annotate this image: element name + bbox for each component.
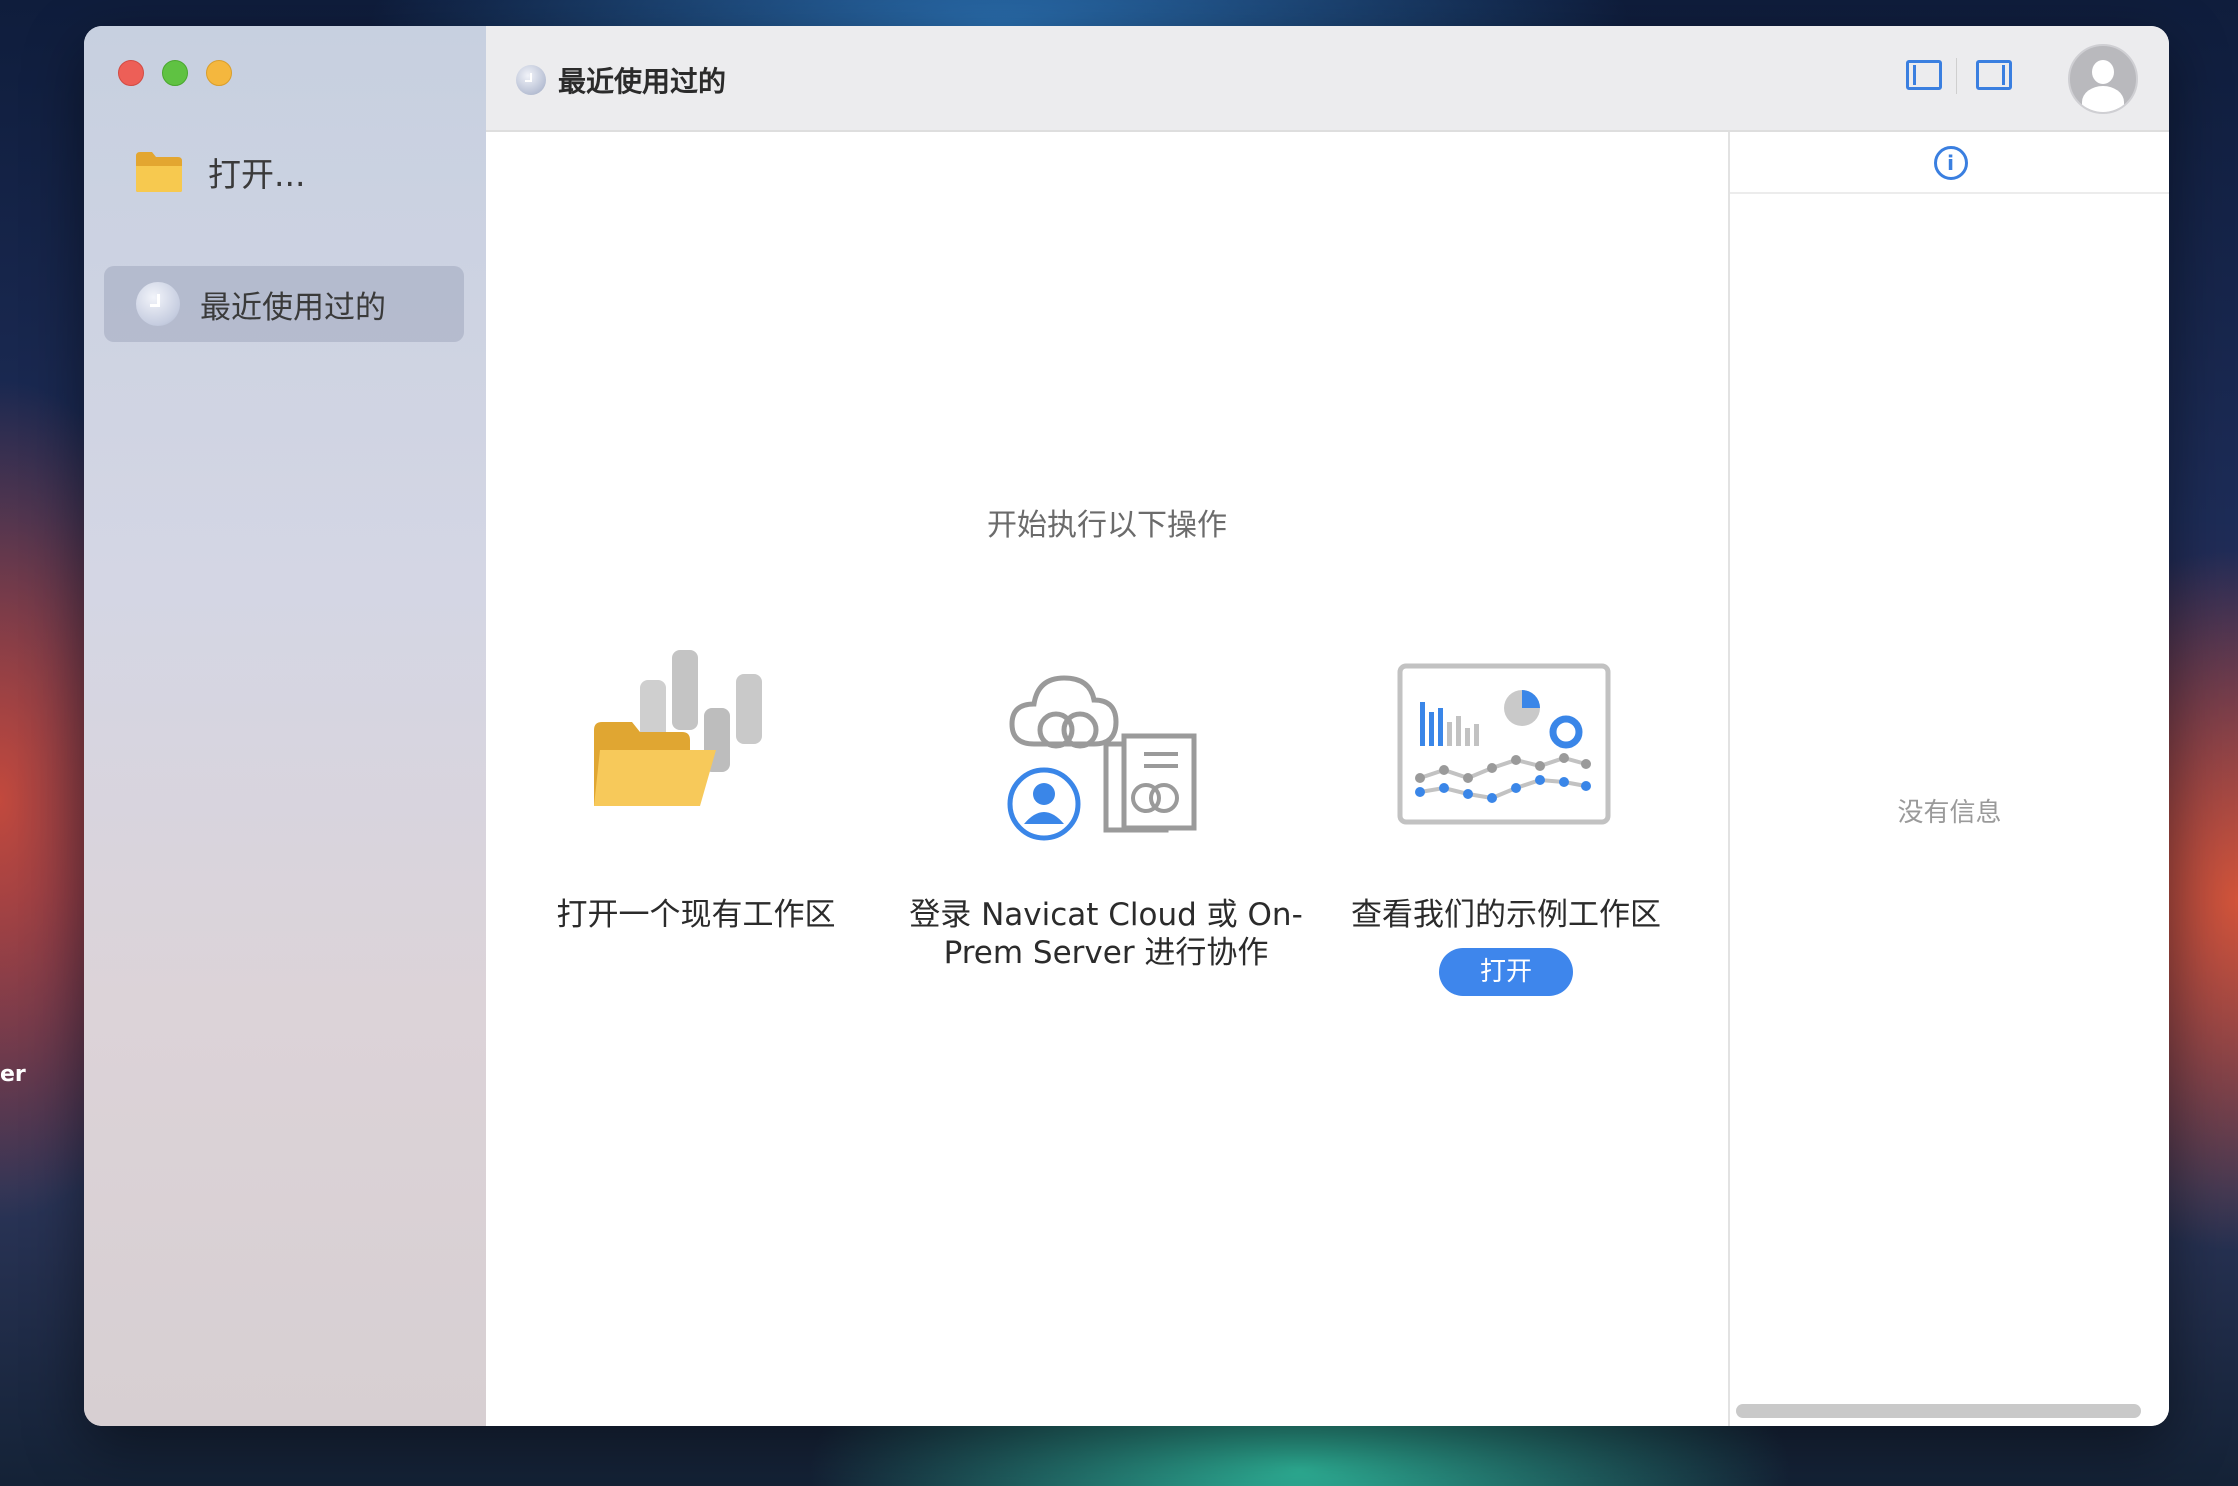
sidebar: 打开... 最近使用过的 — [84, 26, 486, 1426]
horizontal-scrollbar[interactable] — [1736, 1404, 2141, 1418]
sample-dashboard-illustration — [1296, 638, 1716, 848]
sidebar-item-open-label: 打开... — [208, 155, 306, 194]
sidebar-item-recent[interactable]: 最近使用过的 — [104, 266, 464, 342]
main-content: 开始执行以下操作 打开一个现有工作区 登录 Navicat Cloud 或 On… — [486, 132, 1728, 1426]
page-title: 最近使用过的 — [558, 65, 727, 98]
toolbar-title: 最近使用过的 — [516, 60, 726, 100]
card-login-cloud[interactable]: 登录 Navicat Cloud 或 On-Prem Server 进行协作 — [896, 638, 1316, 972]
sidebar-item-recent-label: 最近使用过的 — [200, 289, 386, 326]
clock-icon — [136, 282, 180, 326]
info-tab-row: i — [1730, 132, 2169, 194]
close-button[interactable] — [118, 60, 144, 86]
desktop-edge-label: er — [0, 1062, 26, 1087]
card-caption: 查看我们的示例工作区 — [1351, 897, 1661, 933]
minimize-button[interactable] — [206, 60, 232, 86]
open-sample-button[interactable]: 打开 — [1439, 948, 1573, 996]
card-open-workspace[interactable]: 打开一个现有工作区 — [486, 638, 906, 934]
clock-icon — [516, 65, 546, 95]
toggle-right-panel-icon[interactable] — [1976, 60, 2012, 90]
card-sample-workspace[interactable]: 查看我们的示例工作区 打开 — [1296, 638, 1716, 996]
toolbar-divider — [1956, 58, 1957, 94]
no-info-text: 没有信息 — [1897, 798, 2002, 828]
folder-icon — [136, 152, 182, 192]
cloud-login-illustration — [896, 638, 1316, 848]
toggle-left-sidebar-icon[interactable] — [1906, 60, 1942, 90]
card-caption: 登录 Navicat Cloud 或 On-Prem Server 进行协作 — [909, 897, 1303, 971]
cloud-user-icon — [1007, 675, 1197, 841]
navicat-window: 打开... 最近使用过的 最近使用过的 开始执行以下操作 打开一个现有工作区 登… — [84, 26, 2169, 1426]
open-workspace-illustration — [486, 638, 906, 848]
user-avatar[interactable] — [2068, 44, 2138, 114]
card-caption: 打开一个现有工作区 — [556, 897, 836, 933]
sidebar-item-open[interactable]: 打开... — [134, 148, 305, 196]
start-heading: 开始执行以下操作 — [987, 508, 1227, 543]
zoom-button[interactable] — [162, 60, 188, 86]
toolbar: 最近使用过的 — [486, 26, 2169, 132]
folder-bars-icon — [594, 650, 762, 806]
info-icon[interactable]: i — [1933, 146, 1968, 180]
dashboard-chart-icon — [1397, 663, 1611, 825]
info-panel: i 没有信息 — [1728, 132, 2169, 1426]
